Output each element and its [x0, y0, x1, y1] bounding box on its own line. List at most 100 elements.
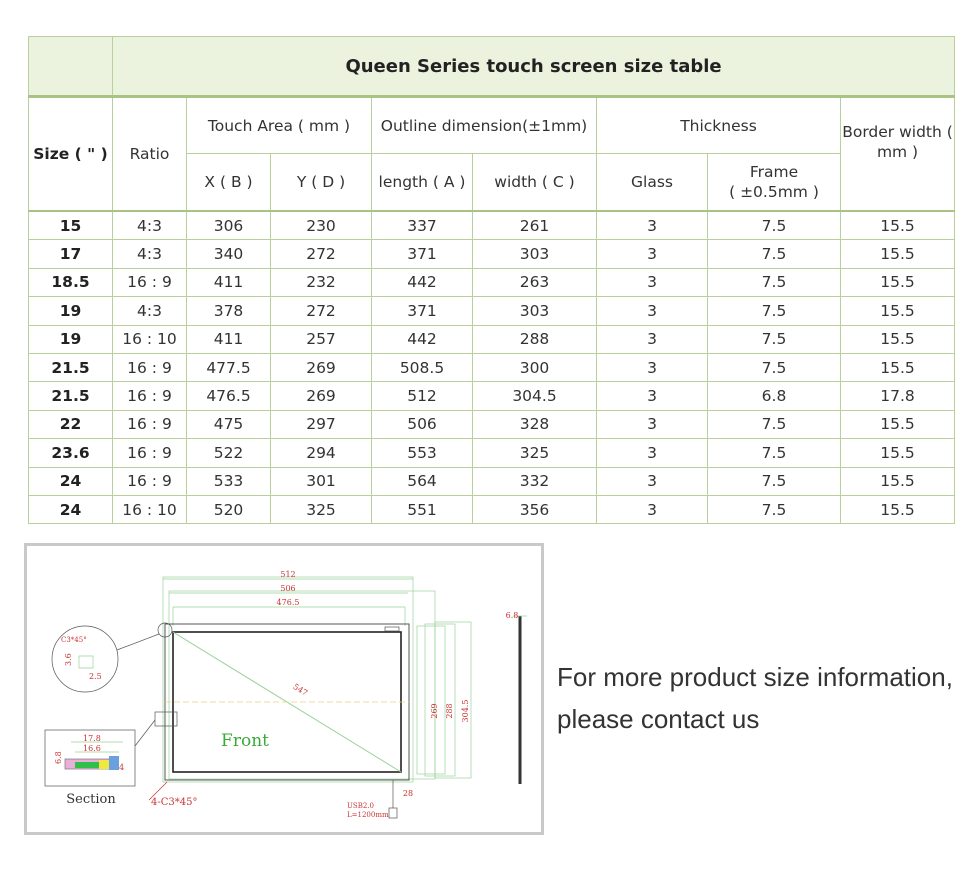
table-cell: 23.6 — [28, 438, 113, 468]
table-cell: 18.5 — [28, 267, 113, 298]
table-row: 21.5 16 : 9 477.5 269 508.5 300 3 7.5 15.5 — [28, 352, 956, 383]
table-cell: 3 — [596, 381, 708, 411]
dim-box-288 — [424, 623, 456, 777]
table-row: 18.5 16 : 9 411 232 442 263 3 7.5 15.5 — [28, 267, 956, 298]
header-size: Size ( " ) — [28, 96, 113, 212]
table-cell: 411 — [186, 324, 271, 354]
table-cell: 15 — [28, 210, 113, 241]
header-y: Y ( D ) — [270, 153, 372, 212]
table-cell: 7.5 — [707, 438, 841, 468]
table-cell: 21.5 — [28, 381, 113, 411]
table-cell: 3 — [596, 239, 708, 269]
table-cell: 24 — [28, 466, 113, 496]
table-cell: 442 — [371, 324, 473, 354]
contact-text: For more product size information, pleas… — [557, 656, 977, 740]
detail-notch — [78, 655, 94, 669]
table-cell: 512 — [371, 381, 473, 411]
table-cell: 522 — [186, 438, 271, 468]
table-cell: 15.5 — [839, 239, 956, 269]
header-frame-label: Frame — [749, 163, 799, 181]
label-chamfer: 4-C3*45° — [151, 797, 197, 808]
detail-leader — [116, 633, 160, 651]
table-cell: 306 — [186, 210, 271, 241]
table-cell: 21.5 — [28, 352, 113, 383]
header-touch-area: Touch Area ( mm ) — [186, 96, 372, 154]
table-cell: 553 — [371, 438, 473, 468]
table-cell: 301 — [270, 466, 372, 496]
table-row: 22 16 : 9 475 297 506 328 3 7.5 15.5 — [28, 409, 956, 440]
table-cell: 7.5 — [707, 324, 841, 354]
size-table: Queen Series touch screen size table Siz… — [28, 36, 956, 525]
table-row: 24 16 : 9 533 301 564 332 3 7.5 15.5 — [28, 466, 956, 496]
table-cell: 3 — [596, 438, 708, 468]
table-cell: 378 — [186, 296, 271, 326]
header-frame-tolerance: ( ±0.5mm ) — [729, 183, 819, 201]
dim-box-269 — [416, 625, 446, 775]
table-cell: 15.5 — [839, 409, 956, 440]
table-cell: 3 — [596, 267, 708, 298]
header-frame: Frame ( ±0.5mm ) — [707, 153, 841, 212]
table-cell: 7.5 — [707, 409, 841, 440]
table-row: 23.6 16 : 9 522 294 553 325 3 7.5 15.5 — [28, 438, 956, 468]
header-border-label: Border width ( mm ) — [842, 123, 953, 161]
table-cell: 4:3 — [112, 296, 187, 326]
table-cell: 337 — [371, 210, 473, 241]
contact-line-1: For more product size information, — [557, 662, 953, 692]
table-cell: 3 — [596, 466, 708, 496]
table-cell: 263 — [472, 267, 597, 298]
table-cell: 7.5 — [707, 352, 841, 383]
table-cell: 16 : 9 — [112, 267, 187, 298]
table-cell: 257 — [270, 324, 372, 354]
label-section-4: 4 — [119, 763, 124, 772]
table-cell: 272 — [270, 239, 372, 269]
label-304: 304.5 — [461, 700, 470, 723]
table-cell: 371 — [371, 296, 473, 326]
table-cell: 15.5 — [839, 466, 956, 496]
label-547: 547 — [291, 682, 309, 698]
table-cell: 7.5 — [707, 466, 841, 496]
section-pcb — [75, 762, 99, 768]
table-cell: 328 — [472, 409, 597, 440]
table-cell: 411 — [186, 267, 271, 298]
label-section-178: 17.8 — [83, 734, 101, 743]
technical-drawing: 512 506 476.5 269 288 304.5 547 6.8 28 U… — [24, 543, 544, 835]
table-cell: 356 — [472, 494, 597, 525]
table-cell: 269 — [270, 352, 372, 383]
label-section-68: 6.8 — [54, 751, 63, 764]
table-cell: 520 — [186, 494, 271, 525]
table-cell: 303 — [472, 296, 597, 326]
table-cell: 16 : 9 — [112, 438, 187, 468]
table-cell: 15.5 — [839, 267, 956, 298]
table-cell: 300 — [472, 352, 597, 383]
label-28: 28 — [403, 789, 413, 798]
table-cell: 19 — [28, 324, 113, 354]
section-tape — [99, 760, 109, 769]
table-cell: 7.5 — [707, 239, 841, 269]
table-cell: 230 — [270, 210, 372, 241]
header-ratio: Ratio — [112, 96, 187, 212]
table-cell: 15.5 — [839, 210, 956, 241]
table-row: 19 4:3 378 272 371 303 3 7.5 15.5 — [28, 296, 956, 326]
section-frame — [109, 756, 119, 770]
table-cell: 3 — [596, 494, 708, 525]
table-cell: 7.5 — [707, 494, 841, 525]
label-front: Front — [221, 731, 269, 751]
table-cell: 15.5 — [839, 296, 956, 326]
table-cell: 4:3 — [112, 239, 187, 269]
table-cell: 24 — [28, 494, 113, 525]
table-cell: 288 — [472, 324, 597, 354]
label-506: 506 — [280, 584, 295, 593]
drawing-svg: 512 506 476.5 269 288 304.5 547 6.8 28 U… — [44, 570, 527, 819]
table-cell: 3 — [596, 324, 708, 354]
table-cell: 16 : 9 — [112, 409, 187, 440]
table-cell: 16 : 10 — [112, 324, 187, 354]
label-269: 269 — [430, 703, 439, 718]
label-cable: L=1200mm — [347, 811, 389, 819]
table-cell: 325 — [270, 494, 372, 525]
table-cell: 3 — [596, 409, 708, 440]
table-cell: 7.5 — [707, 210, 841, 241]
table-cell: 551 — [371, 494, 473, 525]
fpc-connector — [384, 626, 400, 632]
table-cell: 3 — [596, 296, 708, 326]
table-cell: 477.5 — [186, 352, 271, 383]
